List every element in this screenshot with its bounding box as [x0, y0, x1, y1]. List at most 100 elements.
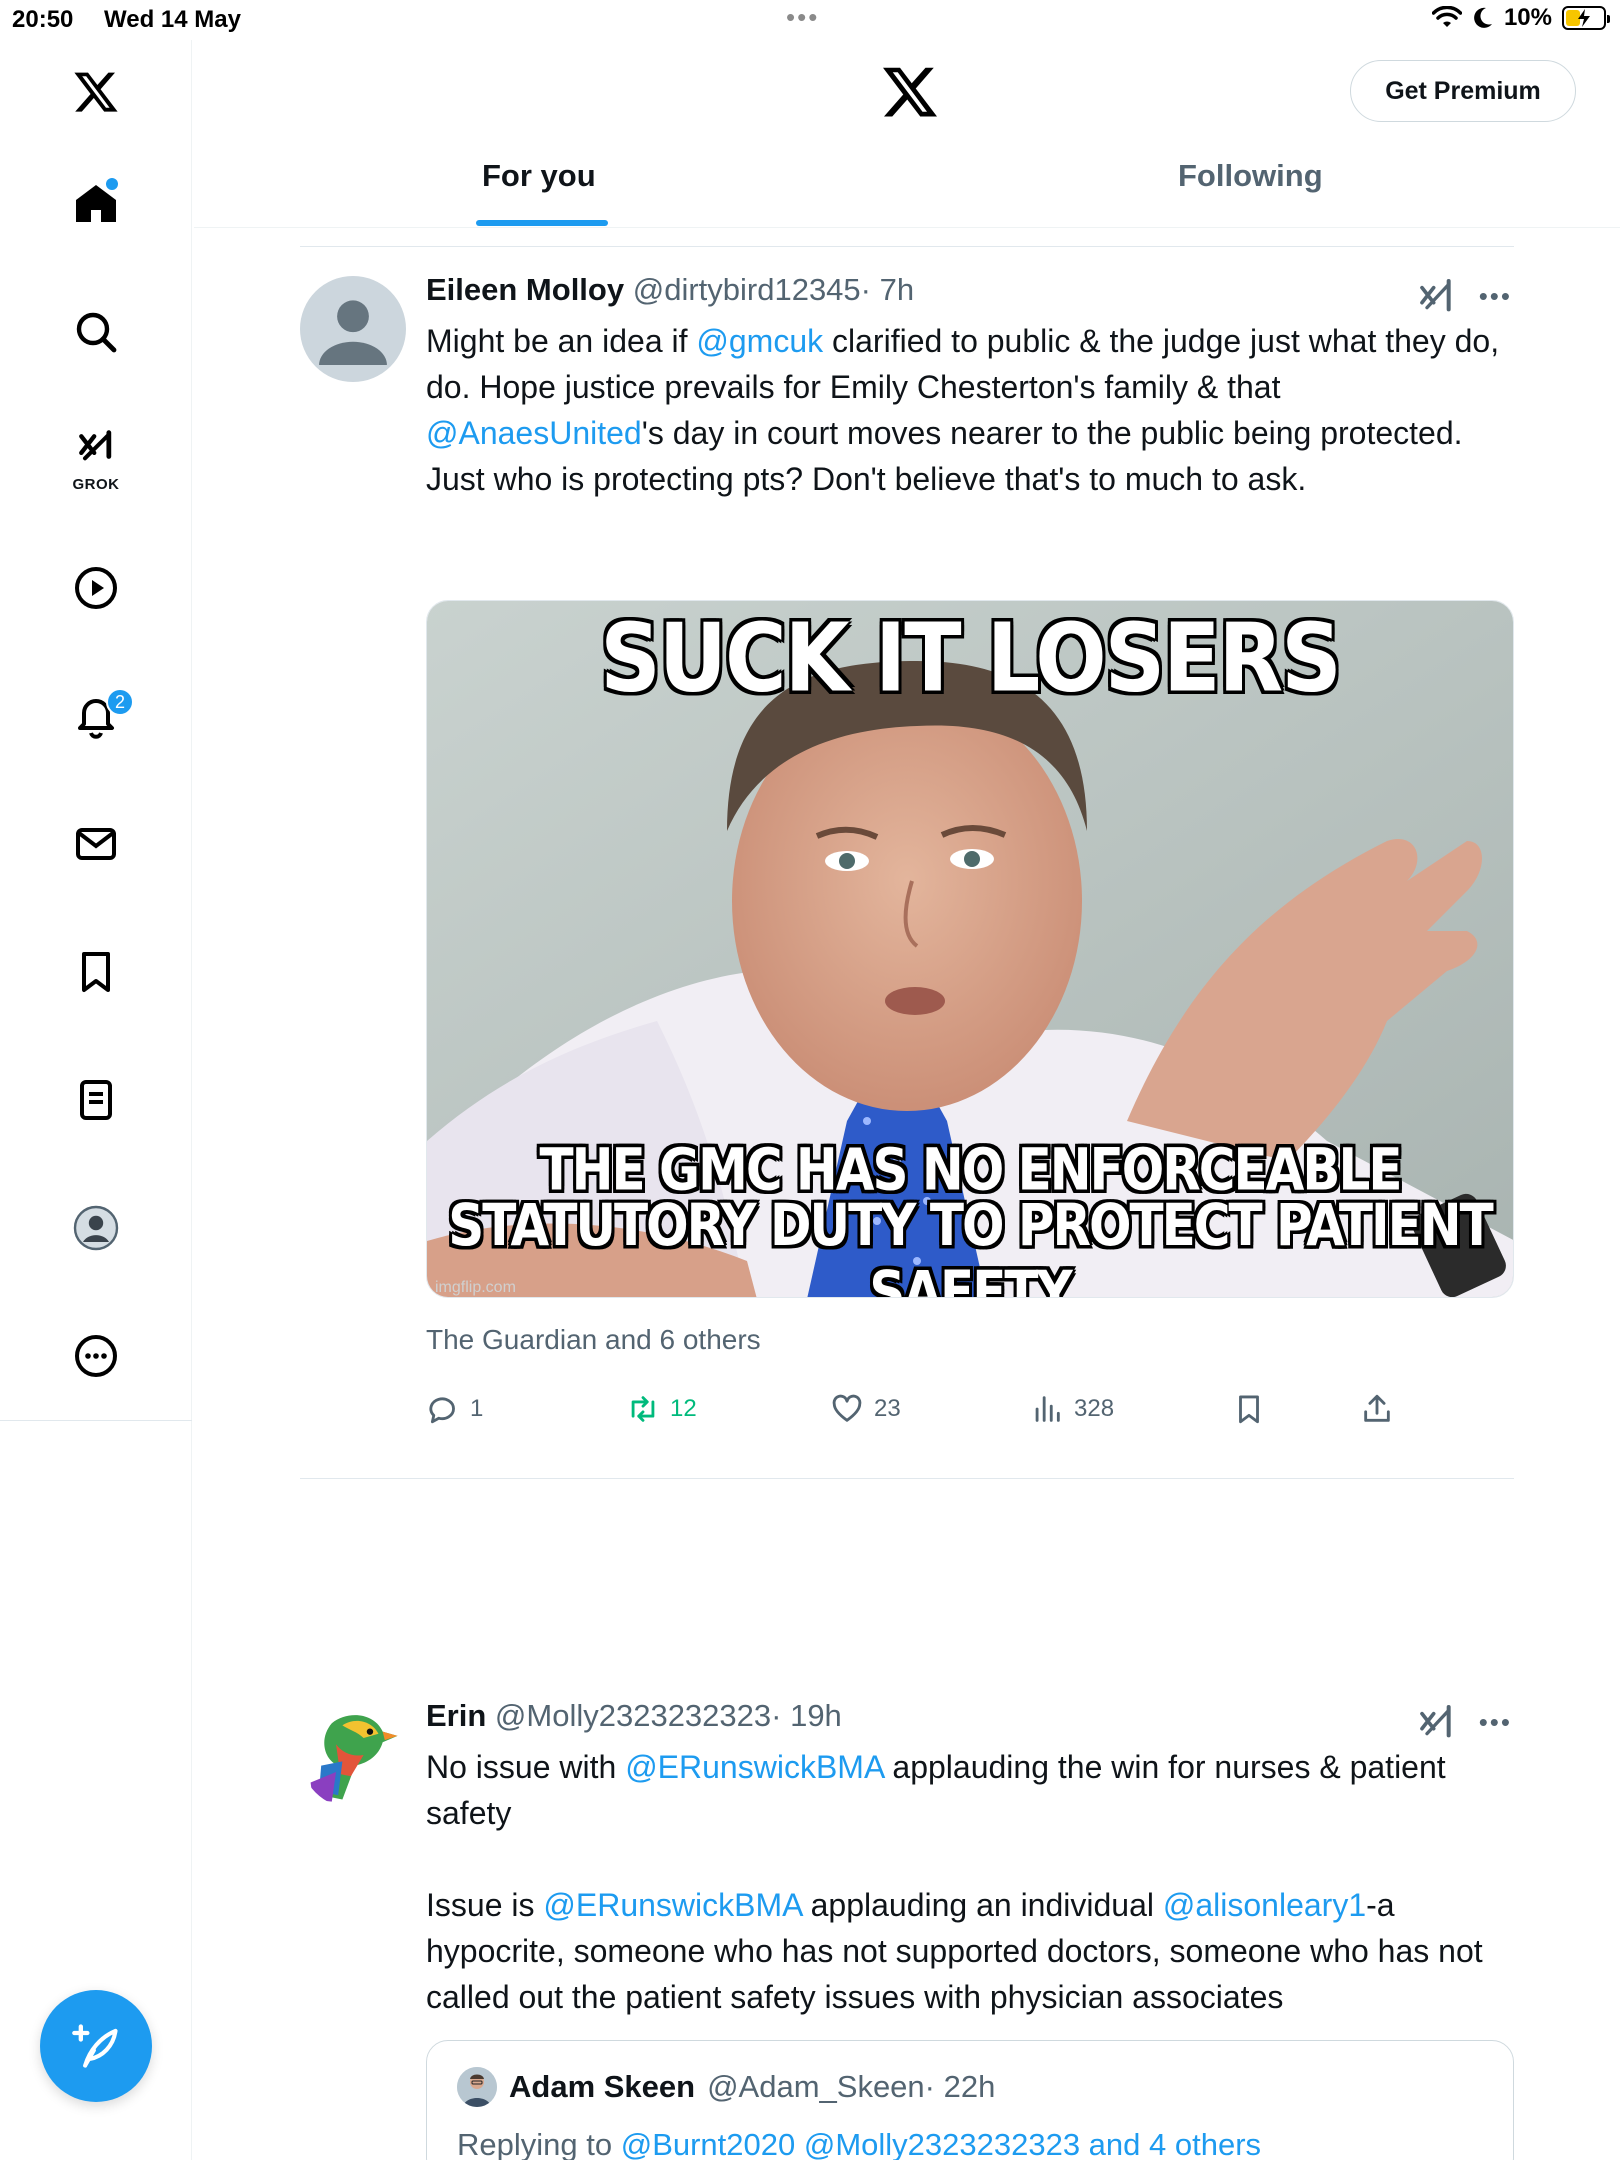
sidebar-item-messages[interactable] [56, 804, 136, 884]
repost-button[interactable]: 12 [626, 1392, 697, 1426]
tweet-text-part: applauding an individual [801, 1887, 1163, 1923]
sidebar-item-video[interactable] [56, 548, 136, 628]
profile-icon [73, 1205, 119, 1251]
grok-label: GROK [72, 476, 120, 493]
timeline-header: Get Premium For you Following [194, 40, 1620, 228]
tweet-text-part: No issue with [426, 1749, 626, 1785]
compose-button[interactable] [40, 1990, 152, 2102]
tweet-tools: ••• [1417, 276, 1512, 316]
reply-button[interactable]: 1 [426, 1392, 483, 1426]
author-name[interactable]: Eileen Molloy [426, 272, 624, 307]
share-button[interactable] [1360, 1392, 1394, 1426]
tweet-paragraph: No issue with @ERunswickBMA applauding t… [426, 1744, 1516, 1836]
tab-following[interactable]: Following [1178, 158, 1323, 194]
home-unread-dot [106, 178, 118, 190]
reply-icon [429, 1397, 455, 1424]
grok-icon[interactable] [1417, 276, 1457, 316]
quoted-tweet-header: Adam Skeen @Adam_Skeen · 22h [457, 2067, 995, 2107]
sidebar-item-home[interactable] [56, 164, 136, 244]
tweet-header: Eileen Molloy @dirtybird12345· 7h [426, 272, 914, 308]
wifi-icon [1431, 6, 1462, 27]
mention-link[interactable]: @ERunswickBMA [543, 1887, 801, 1923]
compose-icon [72, 2024, 118, 2068]
bookmark-button[interactable] [1232, 1392, 1266, 1426]
default-avatar-icon [300, 276, 406, 382]
sidebar-item-search[interactable] [56, 292, 136, 372]
multitasking-dots-icon[interactable]: ••• [786, 2, 819, 33]
sidebar-item-lists[interactable] [56, 1060, 136, 1140]
status-bar: 20:50 Wed 14 May ••• 10% [0, 0, 1620, 40]
like-icon [832, 1394, 862, 1422]
tweet-divider [300, 1478, 1514, 1479]
replying-to-prefix: Replying to [457, 2127, 621, 2160]
meme-bottom-caption-line2: STATUTORY DUTY TO PROTECT PATIENT SAFETY [448, 1192, 1493, 1298]
sidebar-item-profile[interactable] [56, 1188, 136, 1268]
quoted-tweet-time: · 22h [924, 2069, 996, 2104]
battery-icon [1562, 6, 1610, 30]
tweet-text: No issue with @ERunswickBMA applauding t… [426, 1744, 1516, 2020]
replying-to-mentions[interactable]: @Burnt2020 @Molly2323232323 and 4 others [621, 2127, 1261, 2160]
more-options-icon[interactable]: ••• [1479, 281, 1512, 312]
views-button[interactable]: 328 [1030, 1392, 1114, 1426]
image-watermark: imgflip.com [435, 1279, 516, 1296]
tweet-text-part: Might be an idea if [426, 323, 697, 359]
view-count: 328 [1074, 1395, 1115, 1422]
author-handle[interactable]: @dirtybird12345 [633, 272, 861, 307]
reply-count: 1 [470, 1395, 484, 1422]
get-premium-button[interactable]: Get Premium [1350, 60, 1576, 122]
search-icon [76, 312, 117, 353]
sidebar-item-bookmarks[interactable] [56, 932, 136, 1012]
mention-link[interactable]: @alisonleary1 [1163, 1887, 1366, 1923]
sidebar-item-more[interactable] [56, 1316, 136, 1396]
author-name[interactable]: Erin [426, 1698, 486, 1733]
repost-icon [631, 1396, 655, 1422]
tweet-header: Erin @Molly2323232323· 19h [426, 1698, 842, 1734]
battery-percent: 10% [1503, 4, 1552, 31]
status-indicators: 10% [1431, 4, 1610, 32]
mention-link[interactable]: @ERunswickBMA [625, 1749, 883, 1785]
avatar[interactable] [300, 1702, 406, 1808]
mail-icon [76, 828, 116, 860]
tweet-tools: ••• [1417, 1702, 1512, 1742]
sidebar-item-grok[interactable]: GROK [56, 420, 136, 500]
sidebar-nav: GROK 2 [0, 40, 192, 2160]
bookmark-icon [82, 952, 110, 992]
grok-icon[interactable] [1417, 1702, 1457, 1742]
person-avatar-icon [457, 2067, 497, 2107]
avatar[interactable] [457, 2067, 497, 2107]
tweet-time[interactable]: · 7h [861, 272, 914, 307]
quoted-author-handle[interactable]: @Adam_Skeen [707, 2069, 925, 2105]
more-icon [75, 1335, 117, 1377]
moon-icon [1474, 7, 1492, 28]
avatar[interactable] [300, 276, 406, 382]
more-options-icon[interactable]: ••• [1479, 1707, 1512, 1738]
notifications-badge: 2 [106, 688, 134, 716]
like-count: 23 [874, 1395, 901, 1422]
status-date: Wed 14 May [104, 6, 241, 33]
source-attribution[interactable]: The Guardian and 6 others [426, 1324, 761, 1356]
tweet-media-image[interactable]: SUCK IT LOSERS THE GMC HAS NO ENFORCEABL… [426, 600, 1514, 1298]
tab-for-you[interactable]: For you [482, 158, 596, 194]
meme-top-caption: SUCK IT LOSERS [600, 603, 1341, 713]
video-icon [75, 567, 117, 609]
x-logo-icon[interactable] [880, 62, 940, 122]
sidebar-item-notifications[interactable]: 2 [56, 676, 136, 756]
sidebar-item-x-logo[interactable] [56, 52, 136, 132]
eagle-avatar-icon [300, 1702, 406, 1808]
tweet-text: Might be an idea if @gmcuk clarified to … [426, 318, 1516, 502]
sidebar-divider [0, 1420, 192, 1421]
tweet-time[interactable]: · 19h [771, 1698, 842, 1733]
views-icon [1035, 1396, 1060, 1422]
replying-to-line: Replying to @Burnt2020 @Molly2323232323 … [457, 2127, 1261, 2160]
mention-link[interactable]: @gmcuk [696, 323, 823, 359]
quoted-author-name[interactable]: Adam Skeen [509, 2069, 695, 2105]
author-handle[interactable]: @Molly2323232323 [495, 1698, 771, 1733]
tweet-paragraph: Issue is @ERunswickBMA applauding an ind… [426, 1882, 1516, 2020]
feed-divider [300, 246, 1514, 247]
repost-count: 12 [670, 1395, 697, 1422]
x-logo-icon [74, 72, 118, 112]
like-button[interactable]: 23 [830, 1392, 901, 1426]
mention-link[interactable]: @AnaesUnited [426, 415, 642, 451]
bookmark-icon [1239, 1395, 1259, 1424]
quoted-tweet[interactable]: Adam Skeen @Adam_Skeen · 22h Replying to … [426, 2040, 1514, 2160]
